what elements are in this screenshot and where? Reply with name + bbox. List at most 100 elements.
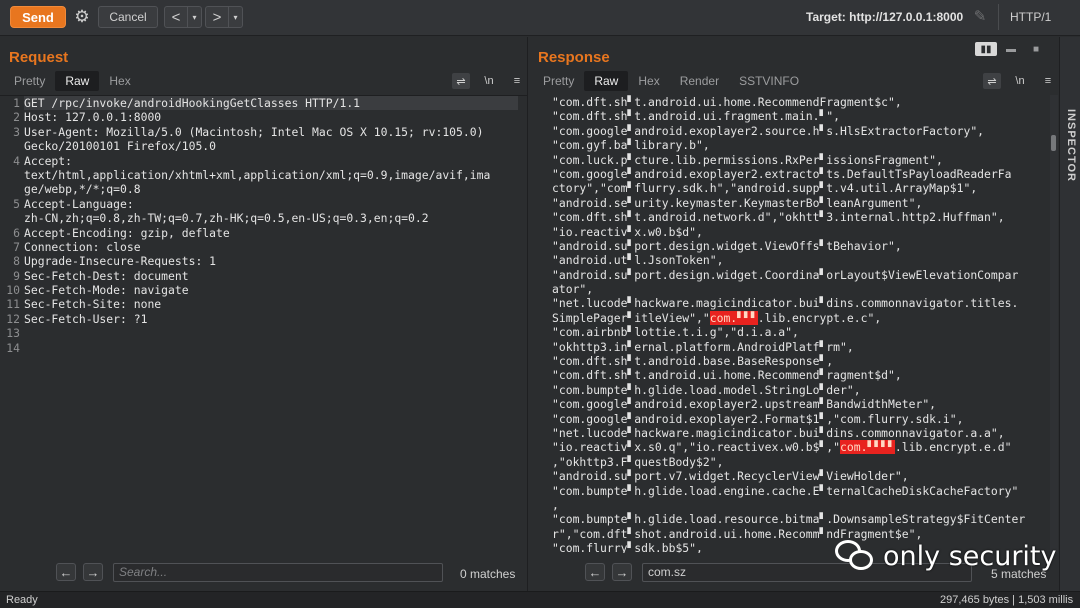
back-button[interactable]: < bbox=[165, 7, 187, 27]
tab-raw[interactable]: Raw bbox=[584, 71, 629, 91]
request-search-input[interactable]: Search... bbox=[113, 563, 443, 582]
code-line: Sec-Fetch-Dest: document bbox=[24, 268, 189, 283]
code-line: ator", bbox=[552, 282, 594, 297]
wechat-icon bbox=[833, 538, 877, 574]
response-scrollbar[interactable] bbox=[1050, 95, 1058, 553]
inspector-label: INSPECTOR bbox=[1065, 109, 1077, 182]
code-line: , bbox=[552, 497, 559, 512]
code-line: GET /rpc/invoke/androidHookingGetClasses… bbox=[24, 96, 518, 111]
arrow-left-icon[interactable]: ← bbox=[56, 563, 76, 581]
cancel-button[interactable]: Cancel bbox=[98, 6, 158, 28]
code-line: "com.bumpte▘h.glide.load.model.StringLo▘… bbox=[552, 382, 861, 397]
tab-raw[interactable]: Raw bbox=[55, 71, 100, 91]
code-line: Host: 127.0.0.1:8000 bbox=[24, 110, 162, 125]
newline-toggle[interactable]: \n bbox=[1011, 73, 1029, 89]
code-line: "com.google▘android.exoplayer2.extracto▘… bbox=[552, 166, 1012, 181]
code-line: "okhttp3.in▘ernal.platform.AndroidPlatf▘… bbox=[552, 339, 854, 354]
menu-icon[interactable]: ≡ bbox=[508, 73, 526, 89]
code-line: "com.dft.sh▘t.android.network.d","okhtt▘… bbox=[552, 210, 1005, 225]
line-number bbox=[0, 182, 20, 196]
line-number bbox=[0, 139, 20, 153]
arrow-right-icon[interactable]: → bbox=[83, 563, 103, 581]
request-editor[interactable]: 1 2 3 4 5 6 7 8 9 10 11 12 13 14 GET /rpc/invoke/andr… bbox=[0, 95, 527, 553]
code-line: zh-CN,zh;q=0.8,zh-TW;q=0.7,zh-HK;q=0.5,e… bbox=[24, 211, 429, 226]
code-line: "com.google▘android.exoplayer2.Format$1▘… bbox=[552, 411, 964, 426]
code-line: Accept: bbox=[24, 153, 73, 168]
response-body[interactable]: "com.dft.sh▘t.android.ui.home.RecommendF… bbox=[552, 95, 1047, 553]
line-number bbox=[0, 211, 20, 225]
code-line: Sec-Fetch-User: ?1 bbox=[24, 311, 148, 326]
code-line: "com.google▘android.exoplayer2.upstream▘… bbox=[552, 397, 937, 412]
tab-sstvinfo[interactable]: SSTVINFO bbox=[729, 71, 809, 91]
arrow-right-icon[interactable]: → bbox=[612, 563, 632, 581]
code-line: Accept-Language: bbox=[24, 196, 134, 211]
line-number: 13 bbox=[6, 326, 20, 341]
send-button[interactable]: Send bbox=[10, 6, 66, 28]
pencil-icon[interactable]: ✎ bbox=[970, 7, 990, 27]
line-number: 11 bbox=[6, 297, 20, 312]
http-version-selector[interactable]: HTTP/1 bbox=[1010, 10, 1051, 24]
split-horizontal-icon[interactable]: ▮▮ bbox=[975, 42, 997, 56]
line-number bbox=[0, 168, 20, 182]
tab-pretty[interactable]: Pretty bbox=[4, 71, 55, 91]
code-line: User-Agent: Mozilla/5.0 (Macintosh; Inte… bbox=[24, 124, 484, 139]
line-number: 7 bbox=[13, 239, 20, 254]
code-line: "io.reactiv▘x.w0.b$d", bbox=[552, 224, 703, 239]
code-line: "io.reactiv▘x.s0.q","io.reactivex.w0.b$▘… bbox=[552, 440, 1012, 455]
gear-icon[interactable]: ⚙ bbox=[72, 7, 92, 27]
back-dropdown-icon[interactable]: ▾ bbox=[187, 7, 201, 27]
tab-render[interactable]: Render bbox=[670, 71, 729, 91]
response-panel: Response ▮▮ ▬ ■ Pretty Raw Hex Render SS… bbox=[529, 37, 1058, 591]
back-nav-group: < ▾ bbox=[164, 6, 202, 28]
toolbar-divider bbox=[998, 4, 999, 30]
line-number-gutter: 1 2 3 4 5 6 7 8 9 10 11 12 13 14 bbox=[0, 96, 20, 355]
code-line: "android.su▘port.design.widget.ViewOffs▘… bbox=[552, 238, 902, 253]
code-line: "com.dft.sh▘t.android.base.BaseResponse▘… bbox=[552, 354, 834, 369]
code-line: "com.bumpte▘h.glide.load.engine.cache.E▘… bbox=[552, 483, 1019, 498]
code-line: "com.dft.sh▘t.android.ui.fragment.main.▘… bbox=[552, 109, 841, 124]
request-match-count: 0 matches bbox=[460, 567, 516, 581]
arrow-left-icon[interactable]: ← bbox=[585, 563, 605, 581]
response-stats: 297,465 bytes | 1,503 millis bbox=[940, 594, 1074, 606]
status-text: Ready bbox=[6, 594, 38, 606]
single-pane-icon[interactable]: ■ bbox=[1025, 42, 1047, 56]
code-line: "com.dft.sh▘t.android.ui.home.RecommendF… bbox=[552, 95, 902, 109]
code-line: text/html,application/xhtml+xml,applicat… bbox=[24, 167, 491, 182]
code-line: "net.lucode▘hackware.magicindicator.bui▘… bbox=[552, 296, 1019, 311]
inspector-sidebar[interactable]: INSPECTOR bbox=[1059, 37, 1080, 591]
newline-toggle[interactable]: \n bbox=[480, 73, 498, 89]
tab-hex[interactable]: Hex bbox=[99, 71, 140, 91]
code-line: "com.luck.p▘cture.lib.permissions.RxPer▘… bbox=[552, 152, 943, 167]
search-highlight: com.▘▘▘ bbox=[709, 310, 758, 325]
top-toolbar: Send ⚙ Cancel < ▾ > ▾ Target: http://127… bbox=[0, 0, 1080, 36]
tab-hex[interactable]: Hex bbox=[628, 71, 669, 91]
response-editor[interactable]: "com.dft.sh▘t.android.ui.home.RecommendF… bbox=[529, 95, 1058, 553]
code-line: "com.dft.sh▘t.android.ui.home.Recommend▘… bbox=[552, 368, 902, 383]
code-line: Connection: close bbox=[24, 239, 141, 254]
watermark-text: only security bbox=[883, 540, 1057, 572]
line-number: 9 bbox=[13, 268, 20, 283]
code-line: Sec-Fetch-Mode: navigate bbox=[24, 283, 189, 298]
line-number: 12 bbox=[6, 311, 20, 326]
code-line: "com.gyf.ba▘library.b", bbox=[552, 138, 710, 153]
code-line: SimplePager▘itleView","com.▘▘▘.lib.encry… bbox=[552, 310, 882, 325]
code-line: "com.google▘android.exoplayer2.source.h▘… bbox=[552, 123, 985, 138]
line-number: 4 bbox=[13, 153, 20, 168]
tab-pretty[interactable]: Pretty bbox=[533, 71, 584, 91]
scrollbar-thumb[interactable] bbox=[1051, 135, 1056, 151]
forward-dropdown-icon[interactable]: ▾ bbox=[228, 7, 242, 27]
code-line: "android.su▘port.v7.widget.RecyclerView▘… bbox=[552, 469, 909, 484]
wrap-icon[interactable]: ⇌ bbox=[983, 73, 1001, 89]
menu-icon[interactable]: ≡ bbox=[1039, 73, 1057, 89]
line-number: 8 bbox=[13, 254, 20, 269]
response-editor-tools: ⇌ \n ≡ bbox=[983, 71, 1057, 91]
request-body[interactable]: GET /rpc/invoke/androidHookingGetClasses… bbox=[24, 96, 518, 355]
request-panel: Request Pretty Raw Hex ⇌ \n ≡ 1234567891… bbox=[0, 37, 528, 591]
forward-button[interactable]: > bbox=[206, 7, 228, 27]
split-vertical-icon[interactable]: ▬ bbox=[1000, 42, 1022, 56]
search-highlight: com.▘▘▘▘ bbox=[840, 440, 895, 455]
line-number: 5 bbox=[13, 196, 20, 211]
request-editor-tools: ⇌ \n ≡ bbox=[452, 71, 526, 91]
forward-nav-group: > ▾ bbox=[205, 6, 243, 28]
wrap-icon[interactable]: ⇌ bbox=[452, 73, 470, 89]
